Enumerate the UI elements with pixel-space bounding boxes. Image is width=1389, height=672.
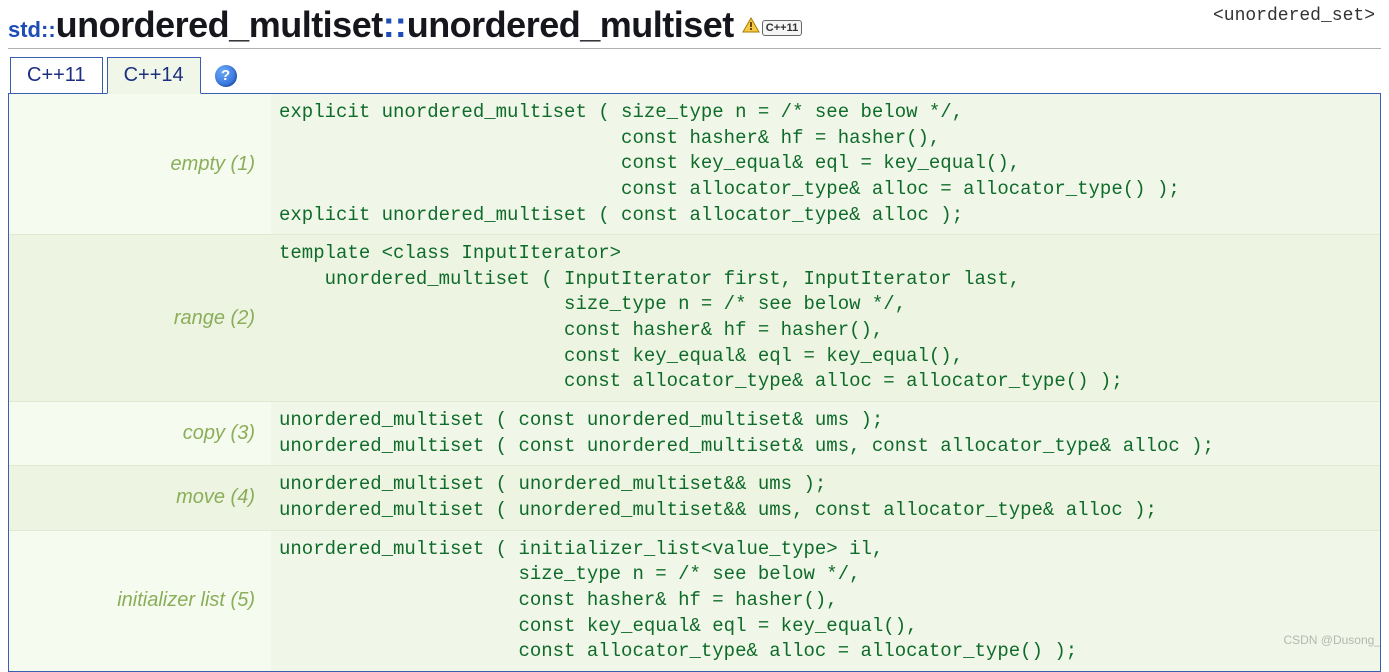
table-row: empty (1) explicit unordered_multiset ( … <box>9 94 1380 235</box>
version-tabs: C++11 C++14 ? <box>8 57 1381 94</box>
warning-icon <box>742 17 760 38</box>
decl-label-initlist: initializer list (5) <box>9 530 271 671</box>
declaration-table: empty (1) explicit unordered_multiset ( … <box>9 94 1380 671</box>
table-row: initializer list (5) unordered_multiset … <box>9 530 1380 671</box>
table-row: move (4) unordered_multiset ( unordered_… <box>9 466 1380 530</box>
table-row: range (2) template <class InputIterator>… <box>9 235 1380 402</box>
title-class[interactable]: unordered_multiset <box>56 4 383 46</box>
decl-label-range: range (2) <box>9 235 271 402</box>
decl-code-copy: unordered_multiset ( const unordered_mul… <box>271 402 1380 466</box>
declaration-box: empty (1) explicit unordered_multiset ( … <box>8 93 1381 672</box>
table-row: copy (3) unordered_multiset ( const unor… <box>9 402 1380 466</box>
decl-code-move: unordered_multiset ( unordered_multiset&… <box>271 466 1380 530</box>
decl-code-initlist: unordered_multiset ( initializer_list<va… <box>271 530 1380 671</box>
help-icon[interactable]: ? <box>215 65 237 87</box>
decl-label-copy: copy (3) <box>9 402 271 466</box>
page-title: std:: unordered_multiset :: unordered_mu… <box>8 4 802 46</box>
cpp11-badge: C++11 <box>762 20 802 36</box>
tab-cpp11[interactable]: C++11 <box>10 57 103 94</box>
watermark: CSDN @Dusong_ <box>1283 633 1381 647</box>
decl-code-range: template <class InputIterator> unordered… <box>271 235 1380 402</box>
cpp-version-badge: C++11 <box>742 17 802 38</box>
decl-label-empty: empty (1) <box>9 94 271 235</box>
title-namespace: std:: <box>8 17 56 43</box>
decl-code-empty: explicit unordered_multiset ( size_type … <box>271 94 1380 235</box>
header-include[interactable]: <unordered_set> <box>1213 4 1381 26</box>
page-header: std:: unordered_multiset :: unordered_mu… <box>8 4 1381 49</box>
tab-cpp14[interactable]: C++14 <box>107 57 201 94</box>
title-separator: :: <box>383 4 407 46</box>
decl-label-move: move (4) <box>9 466 271 530</box>
title-member: unordered_multiset <box>407 4 734 46</box>
